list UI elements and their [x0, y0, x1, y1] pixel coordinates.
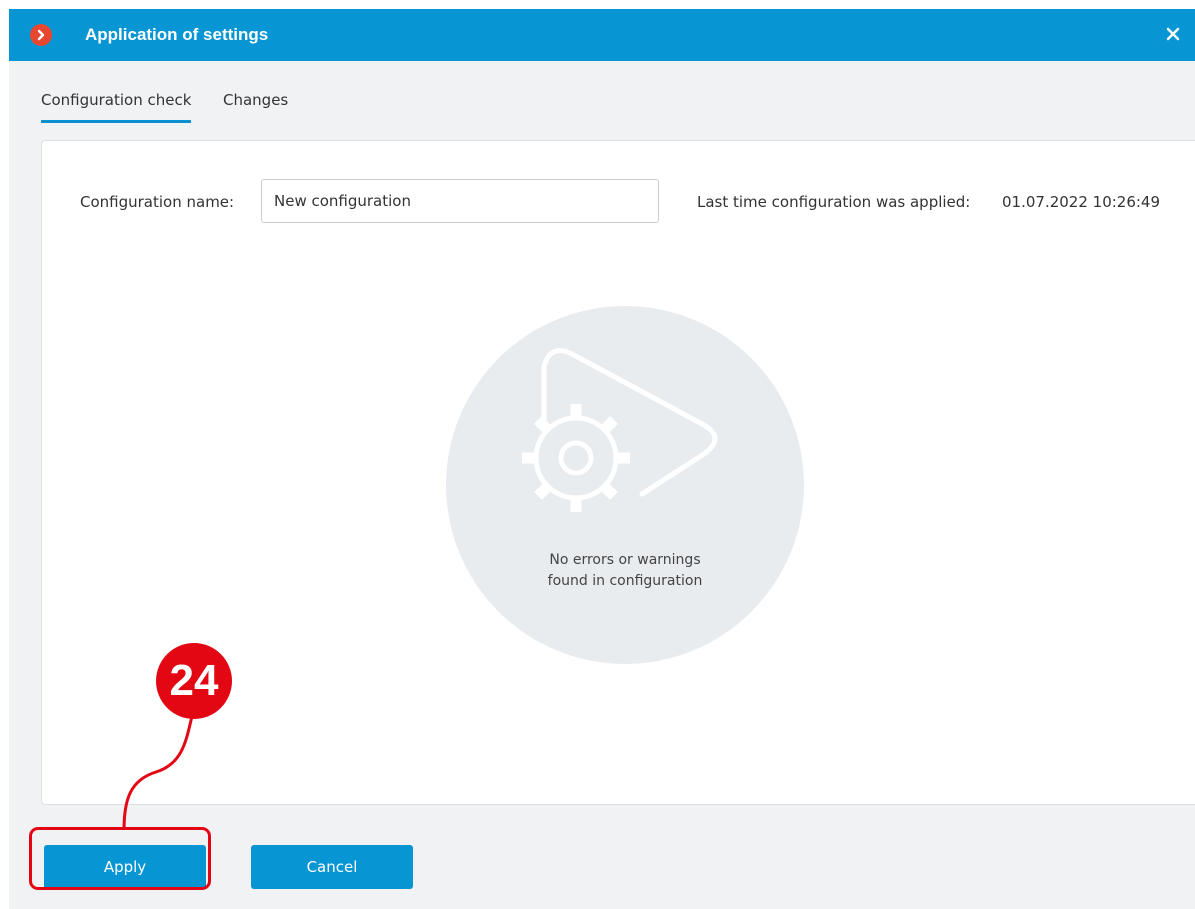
callout-badge: 24: [156, 643, 232, 719]
apply-highlight-frame: [29, 827, 211, 890]
callout-connector: [122, 715, 194, 831]
